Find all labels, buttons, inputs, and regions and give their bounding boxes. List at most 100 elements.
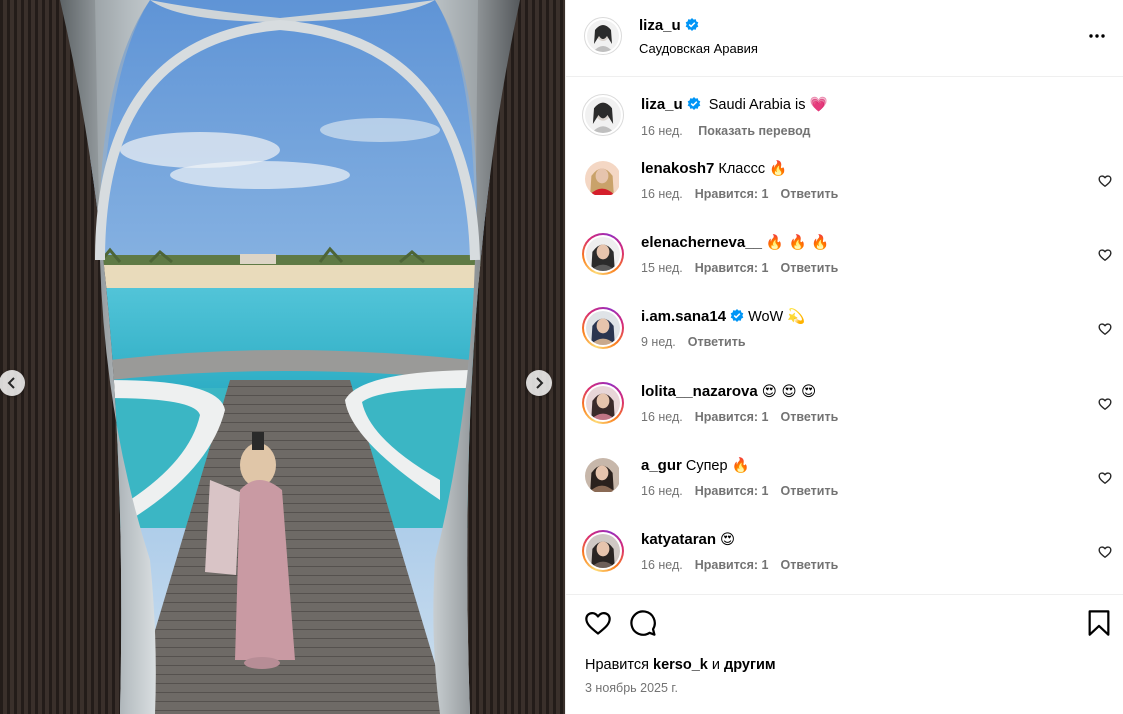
- heart-outline-icon: [1098, 249, 1112, 261]
- comment-avatar[interactable]: [585, 161, 621, 197]
- comment-emoji: 😍: [720, 532, 736, 548]
- post-side-panel: liza_u Саудовская Аравия liza_u Saudi Ar…: [565, 0, 1123, 714]
- heart-outline-icon: [1098, 398, 1112, 410]
- reply-button[interactable]: Ответить: [781, 410, 839, 424]
- comment-username[interactable]: elenacherneva__: [641, 234, 762, 251]
- comment-likes[interactable]: Нравится: 1: [695, 261, 769, 275]
- comment-item: katyataran 😍 16 нед. Нравится: 1 Ответить: [566, 530, 1123, 594]
- chevron-left-icon: [7, 377, 15, 389]
- avatar-image: [586, 311, 620, 345]
- comment-item: a_gur Супер 🔥 16 нед. Нравится: 1 Ответить: [566, 457, 1123, 538]
- comment-emoji: 😍 😍 😍: [761, 384, 817, 400]
- heart-outline-icon: [1098, 323, 1112, 335]
- reply-button[interactable]: Ответить: [781, 261, 839, 275]
- caption-text: Saudi Arabia is: [708, 97, 806, 113]
- reply-button[interactable]: Ответить: [781, 187, 839, 201]
- comment-like-button[interactable]: [1098, 174, 1112, 193]
- comment-emoji: 🔥: [731, 458, 750, 474]
- author-avatar[interactable]: [584, 17, 622, 55]
- heart-outline-icon: [1098, 472, 1112, 484]
- heart-outline-icon: [1098, 175, 1112, 187]
- carousel-prev-button[interactable]: [0, 370, 25, 396]
- comment-like-button[interactable]: [1098, 248, 1112, 267]
- caption-time[interactable]: 16 нед.: [641, 124, 683, 138]
- comment-text: WoW: [748, 309, 784, 325]
- likes-summary[interactable]: Нравится kerso_k и другим: [585, 657, 776, 673]
- comment-like-button[interactable]: [1098, 471, 1112, 490]
- comment-item: i.am.sana14 WoW 💫 9 нед. Ответить: [566, 307, 1123, 389]
- avatar-image: [586, 386, 620, 420]
- comment-avatar[interactable]: [582, 233, 624, 275]
- post-date[interactable]: 3 ноябрь 2025 г.: [585, 681, 678, 695]
- comment-likes[interactable]: Нравится: 1: [695, 187, 769, 201]
- reply-button[interactable]: Ответить: [688, 335, 746, 349]
- chevron-right-icon: [536, 377, 544, 389]
- comment-username[interactable]: katyataran: [641, 531, 716, 548]
- post-photo[interactable]: [0, 0, 565, 714]
- likes-and: и: [711, 657, 720, 673]
- comment-username[interactable]: a_gur: [641, 457, 682, 474]
- avatar-image: [586, 237, 620, 271]
- comment-likes[interactable]: Нравится: 1: [695, 558, 769, 572]
- comment-time[interactable]: 16 нед.: [641, 410, 683, 424]
- show-translation-button[interactable]: Показать перевод: [698, 124, 810, 138]
- like-button[interactable]: [584, 609, 612, 642]
- caption-avatar[interactable]: [582, 94, 624, 136]
- avatar-image: [587, 20, 619, 52]
- comment-button[interactable]: [629, 609, 657, 642]
- avatar-image: [585, 97, 621, 133]
- comment-avatar[interactable]: [585, 458, 621, 494]
- photo-scene: [0, 0, 565, 714]
- reply-button[interactable]: Ответить: [781, 484, 839, 498]
- verified-badge-icon: [685, 18, 698, 31]
- comment-text: Классс: [718, 161, 766, 177]
- likes-prefix: Нравится: [585, 657, 649, 673]
- comment-time[interactable]: 15 нед.: [641, 261, 683, 275]
- comment-avatar[interactable]: [582, 307, 624, 349]
- comment-bubble-icon: [630, 610, 656, 636]
- avatar-image: [585, 458, 619, 492]
- comment-emoji: 🔥: [769, 161, 788, 177]
- likes-user[interactable]: kerso_k: [653, 657, 708, 673]
- comment-emoji: 🔥 🔥 🔥: [765, 235, 830, 251]
- comment-item: elenacherneva__ 🔥 🔥 🔥 15 нед. Нравится: 1 От…: [566, 233, 1123, 315]
- comment-username[interactable]: lenakosh7: [641, 160, 714, 177]
- comment-item: lolita__nazarova 😍 😍 😍 16 нед. Нравится: 1 О…: [566, 382, 1123, 464]
- author-username[interactable]: liza_u: [639, 17, 681, 34]
- caption: liza_u Saudi Arabia is 💗 16 нед. Показат…: [566, 94, 1123, 168]
- comment-likes[interactable]: Нравится: 1: [695, 484, 769, 498]
- caption-username[interactable]: liza_u: [641, 96, 683, 113]
- comment-text: Супер: [685, 458, 728, 474]
- comment-like-button[interactable]: [1098, 545, 1112, 564]
- comments-list[interactable]: liza_u Saudi Arabia is 💗 16 нед. Показат…: [566, 77, 1123, 594]
- avatar-image: [585, 161, 619, 195]
- save-button[interactable]: [1086, 609, 1112, 642]
- likes-others[interactable]: другим: [724, 657, 776, 673]
- post-location[interactable]: Саудовская Аравия: [639, 41, 758, 56]
- comment-item: lenakosh7 Классс 🔥 16 нед. Нравится: 1 Ответи…: [566, 160, 1123, 241]
- verified-badge-icon: [730, 309, 744, 322]
- reply-button[interactable]: Ответить: [781, 558, 839, 572]
- post-header: liza_u Саудовская Аравия: [566, 0, 1123, 77]
- comment-like-button[interactable]: [1098, 397, 1112, 416]
- comment-username[interactable]: i.am.sana14: [641, 308, 726, 325]
- heart-outline-icon: [585, 611, 611, 635]
- comment-time[interactable]: 16 нед.: [641, 558, 683, 572]
- post-actions: Нравится kerso_k и другим 3 ноябрь 2025 …: [566, 594, 1123, 714]
- more-options-button[interactable]: [1088, 26, 1106, 49]
- comment-avatar[interactable]: [582, 530, 624, 572]
- comment-username[interactable]: lolita__nazarova: [641, 383, 758, 400]
- comment-time[interactable]: 16 нед.: [641, 484, 683, 498]
- carousel-next-button[interactable]: [526, 370, 552, 396]
- heart-outline-icon: [1098, 546, 1112, 558]
- more-horizontal-icon: [1089, 34, 1105, 38]
- avatar-image: [586, 534, 620, 568]
- comment-likes[interactable]: Нравится: 1: [695, 410, 769, 424]
- verified-badge-icon: [687, 97, 700, 110]
- comment-time[interactable]: 9 нед.: [641, 335, 676, 349]
- caption-emoji: 💗: [809, 97, 828, 113]
- comment-time[interactable]: 16 нед.: [641, 187, 683, 201]
- comment-avatar[interactable]: [582, 382, 624, 424]
- comment-like-button[interactable]: [1098, 322, 1112, 341]
- bookmark-icon: [1088, 610, 1110, 636]
